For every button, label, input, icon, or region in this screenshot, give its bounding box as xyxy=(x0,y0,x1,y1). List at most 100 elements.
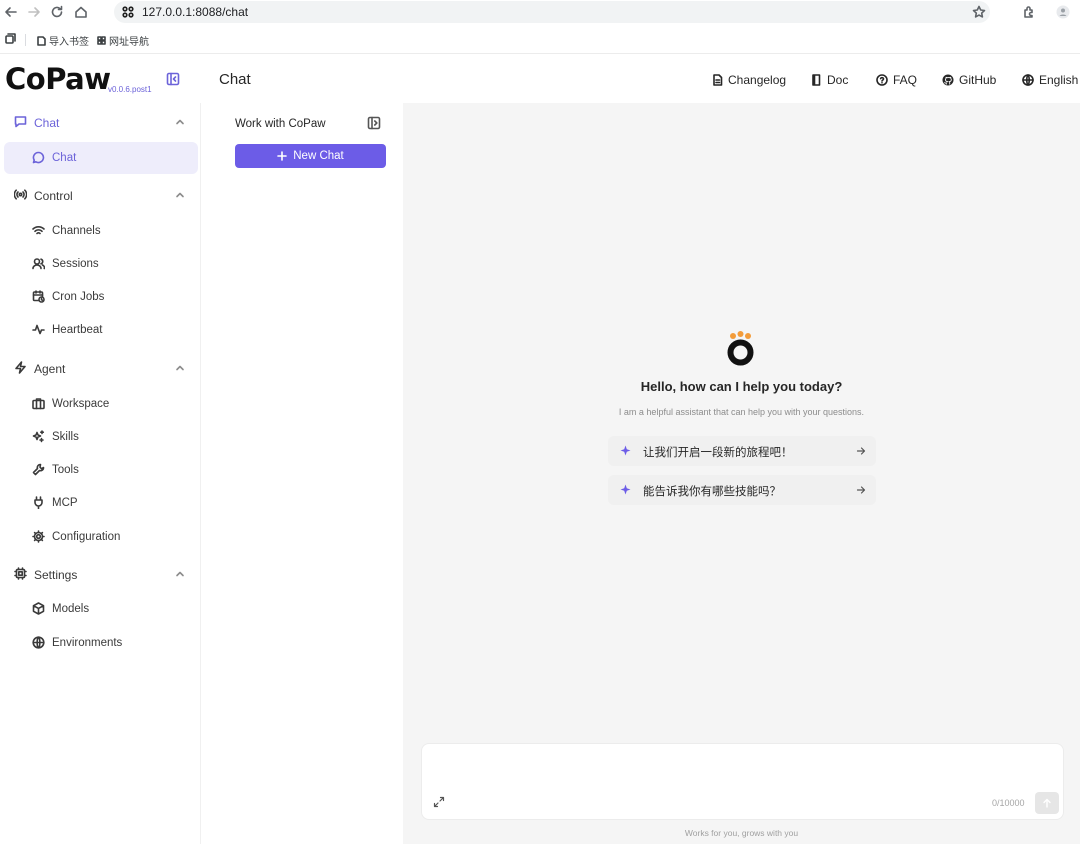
file-icon xyxy=(713,74,723,86)
greeting-heading: Hello, how can I help you today? xyxy=(640,379,843,394)
sidebar-item-heartbeat[interactable]: Heartbeat xyxy=(0,314,201,346)
page-title: Chat xyxy=(219,71,251,88)
doc-label: Doc xyxy=(827,73,849,87)
faq-label: FAQ xyxy=(893,73,918,87)
copaw-logo: CoPaw xyxy=(5,62,111,96)
home-icon[interactable] xyxy=(72,3,90,21)
arrow-right-icon xyxy=(856,485,866,495)
greeting-subtitle: I am a helpful assistant that can help y… xyxy=(618,407,865,417)
address-bar[interactable]: 127.0.0.1:8088/chat xyxy=(114,1,990,23)
chat-list-title: Work with CoPaw xyxy=(235,118,326,130)
sidebar-item-cron-jobs[interactable]: Cron Jobs xyxy=(0,281,201,313)
chat-main: Hello, how can I help you today? I am a … xyxy=(403,103,1080,844)
sidebar-item-configuration[interactable]: Configuration xyxy=(0,521,201,553)
github-label: GitHub xyxy=(959,73,997,87)
plug-icon xyxy=(32,496,45,509)
bookmark-nav[interactable]: 网址导航 xyxy=(97,33,149,48)
sidebar-group-chat[interactable]: Chat xyxy=(0,104,201,140)
forward-icon[interactable] xyxy=(25,3,43,21)
group-label: Settings xyxy=(34,568,78,582)
briefcase-icon xyxy=(32,397,45,410)
tab-search-icon[interactable] xyxy=(5,33,16,44)
book-icon xyxy=(812,74,821,86)
calendar-clock-icon xyxy=(32,290,45,303)
sidebar-item-mcp[interactable]: MCP xyxy=(0,487,201,519)
bookmark-import[interactable]: 导入书签 xyxy=(37,33,89,48)
sidebar-item-label: Chat xyxy=(52,152,77,164)
sidebar-item-label: Cron Jobs xyxy=(52,291,105,303)
sparkle-icon xyxy=(620,484,631,495)
sidebar-item-tools[interactable]: Tools xyxy=(0,454,201,486)
bookmark-label: 网址导航 xyxy=(109,37,149,48)
sidebar-item-sessions[interactable]: Sessions xyxy=(0,248,201,280)
panel-collapse-icon[interactable] xyxy=(367,116,381,130)
sidebar-item-label: Channels xyxy=(52,225,101,237)
bookmark-star-icon[interactable] xyxy=(970,3,988,21)
sidebar-item-label: Environments xyxy=(52,637,123,649)
sidebar: Chat Chat Control Channels Sessions Cron… xyxy=(0,103,201,844)
sidebar-item-label: Workspace xyxy=(52,398,110,410)
new-chat-button[interactable]: New Chat xyxy=(235,144,386,168)
sidebar-item-channels[interactable]: Channels xyxy=(0,215,201,247)
suggested-prompt[interactable]: 让我们开启一段新的旅程吧！ xyxy=(608,436,876,466)
sidebar-item-label: Sessions xyxy=(52,258,99,270)
users-icon xyxy=(32,257,45,270)
sidebar-group-settings[interactable]: Settings xyxy=(0,556,201,592)
logo-text: CoPaw xyxy=(5,62,111,96)
chat-list-panel: Work with CoPaw New Chat xyxy=(219,103,402,844)
chevron-up-icon xyxy=(175,190,185,200)
sidebar-group-agent[interactable]: Agent xyxy=(0,350,201,386)
bookmarks-bar: 导入书签 网址导航 xyxy=(0,28,1080,52)
message-circle-icon xyxy=(32,151,45,164)
arrow-up-icon xyxy=(1043,798,1051,808)
language-selector[interactable]: English xyxy=(1022,73,1078,87)
back-icon[interactable] xyxy=(2,3,20,21)
plus-icon xyxy=(277,151,288,161)
sidebar-group-control[interactable]: Control xyxy=(0,177,201,213)
chevron-up-icon xyxy=(175,117,185,127)
github-icon xyxy=(942,74,954,86)
doc-link[interactable]: Doc xyxy=(811,73,848,87)
wrench-icon xyxy=(32,463,45,476)
sidebar-item-environments[interactable]: Environments xyxy=(0,627,201,659)
sidebar-item-skills[interactable]: Skills xyxy=(0,421,201,453)
site-info-icon[interactable] xyxy=(122,6,134,18)
sidebar-item-workspace[interactable]: Workspace xyxy=(0,388,201,420)
arrow-right-icon xyxy=(856,446,866,456)
send-button[interactable] xyxy=(1035,792,1059,814)
group-label: Chat xyxy=(34,116,60,130)
globe-icon xyxy=(1022,74,1034,86)
chevron-up-icon xyxy=(175,363,185,373)
extensions-icon[interactable] xyxy=(1020,3,1038,21)
globe-icon xyxy=(32,636,45,649)
expand-icon[interactable] xyxy=(433,796,445,808)
profile-avatar-icon[interactable] xyxy=(1054,3,1072,21)
sidebar-item-label: MCP xyxy=(52,497,78,509)
changelog-link[interactable]: Changelog xyxy=(712,73,786,87)
cpu-icon xyxy=(14,567,27,580)
suggested-prompt[interactable]: 能告诉我你有哪些技能吗？ xyxy=(608,475,876,505)
faq-link[interactable]: FAQ xyxy=(876,73,917,87)
github-link[interactable]: GitHub xyxy=(942,73,996,87)
char-counter: 0/10000 xyxy=(992,798,1025,808)
browser-toolbar: 127.0.0.1:8088/chat xyxy=(0,0,1080,26)
url-text: 127.0.0.1:8088/chat xyxy=(142,5,249,19)
help-circle-icon xyxy=(876,74,888,86)
message-input[interactable]: 0/10000 xyxy=(421,743,1064,820)
box-icon xyxy=(32,602,45,615)
sparkles-icon xyxy=(32,430,45,443)
reload-icon[interactable] xyxy=(48,3,66,21)
file-icon xyxy=(37,35,46,46)
sidebar-item-models[interactable]: Models xyxy=(0,593,201,625)
message-icon xyxy=(14,115,27,128)
group-label: Agent xyxy=(34,362,66,376)
footer-tagline: Works for you, grows with you xyxy=(684,828,799,838)
sidebar-item-label: Configuration xyxy=(52,531,121,543)
sparkle-icon xyxy=(620,445,631,456)
sidebar-collapse-icon[interactable] xyxy=(166,72,180,86)
sidebar-item-label: Models xyxy=(52,603,90,615)
wifi-icon xyxy=(32,224,45,237)
group-label: Control xyxy=(34,189,73,203)
sidebar-item-chat[interactable]: Chat xyxy=(4,142,198,174)
gear-icon xyxy=(32,530,45,543)
